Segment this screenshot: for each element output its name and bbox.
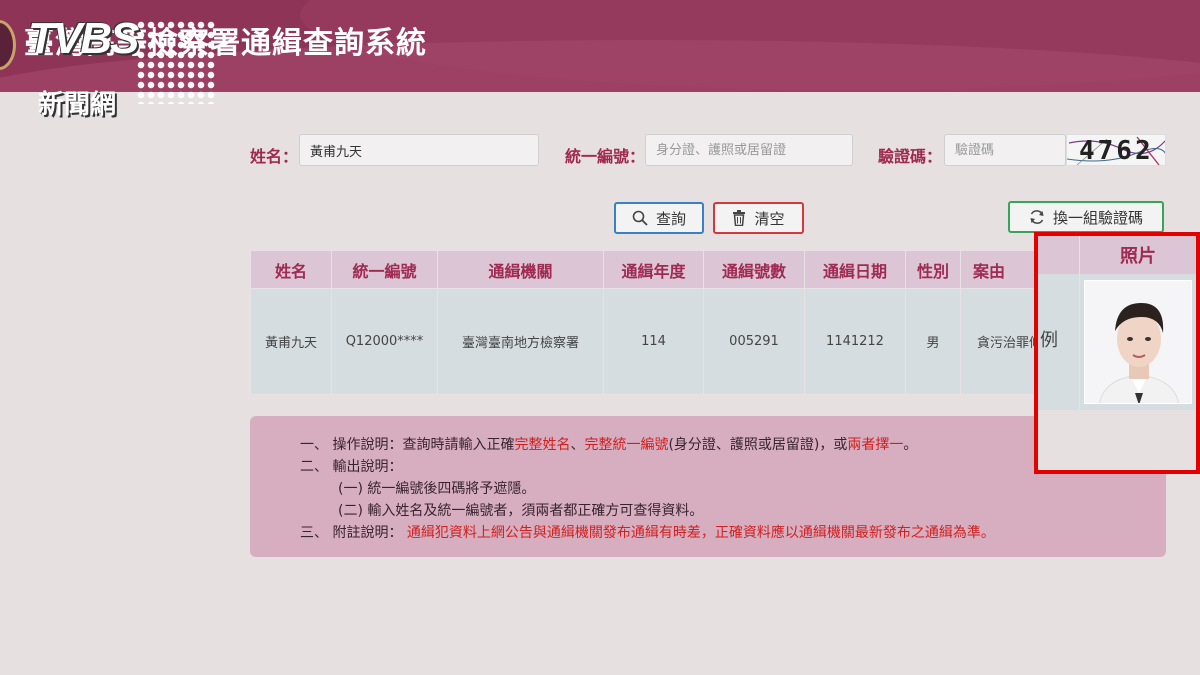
search-icon xyxy=(632,210,648,226)
col-header-agency: 通緝機關 xyxy=(437,250,604,289)
suspect-portrait xyxy=(1085,281,1191,403)
note-1-text: 查詢時請輸入正確 xyxy=(402,437,515,453)
refresh-captcha-button[interactable]: 換一組驗證碼 xyxy=(1008,201,1164,233)
note-line-4: (二) 輸入姓名及統一編號者，須兩者都正確方可查得資料。 xyxy=(338,503,704,519)
trash-icon xyxy=(733,210,746,226)
photo-header-spacer xyxy=(1038,236,1080,274)
col-header-number: 通緝號數 xyxy=(703,250,805,289)
col-header-date: 通緝日期 xyxy=(804,250,906,289)
results-table: 姓名 統一編號 通緝機關 通緝年度 通緝號數 通緝日期 性別 案由 黃甫九天 Q… xyxy=(250,250,1044,395)
photo-row: 例 xyxy=(1038,274,1196,410)
cell-case: 貪污治罪條 xyxy=(959,288,1044,395)
table-header-row: 姓名 統一編號 通緝機關 通緝年度 通緝號數 通緝日期 性別 案由 xyxy=(250,250,1044,289)
tvbs-watermark-logo: TVBS 新聞網 xyxy=(28,14,218,120)
col-header-case: 案由 xyxy=(959,250,1044,289)
captcha-input[interactable] xyxy=(944,134,1066,166)
instructions-panel: 一、 操作說明：查詢時請輸入正確完整姓名、完整統一編號(身分證、護照或居留證)，… xyxy=(250,416,1166,557)
note-1-label: 操作說明： xyxy=(332,437,403,453)
cell-date: 1141212 xyxy=(804,288,906,395)
name-input[interactable] xyxy=(299,134,539,166)
note-1-text-2: (身分證、護照或居留證)，或 xyxy=(668,437,848,453)
table-row: 黃甫九天 Q12000**** 臺灣臺南地方檢察署 114 005291 114… xyxy=(250,288,1044,395)
note-1-highlight-name: 完整姓名 xyxy=(514,437,571,453)
col-header-id: 統一編號 xyxy=(331,250,438,289)
watermark-brand: TVBS xyxy=(28,14,139,63)
cell-year: 114 xyxy=(603,288,704,395)
note-1-number: 一、 xyxy=(300,437,328,453)
col-header-gender: 性別 xyxy=(905,250,961,289)
case-overflow-text: 例 xyxy=(1040,330,1058,351)
agency-seal-icon xyxy=(0,20,16,70)
suspect-photo xyxy=(1084,280,1192,404)
cell-agency: 臺灣臺南地方檢察署 xyxy=(437,288,604,395)
clear-button[interactable]: 清空 xyxy=(713,202,804,234)
cell-name: 黃甫九天 xyxy=(250,288,332,395)
watermark-dots xyxy=(136,20,216,104)
note-line-3: (一) 統一編號後四碼將予遮隱。 xyxy=(338,481,536,497)
query-button-label: 查詢 xyxy=(655,209,686,228)
captcha-code: 4762 xyxy=(1079,136,1154,166)
watermark-sub: 新聞網 xyxy=(38,90,117,120)
note-3-label: 附註說明： xyxy=(332,525,403,541)
id-label: 統一編號： xyxy=(565,147,646,166)
query-button[interactable]: 查詢 xyxy=(614,202,704,234)
note-1-sep: 、 xyxy=(570,437,585,453)
note-1-highlight-id: 完整統一編號 xyxy=(584,437,669,453)
col-header-name: 姓名 xyxy=(250,250,332,289)
captcha-label: 驗證碼： xyxy=(878,147,943,166)
cell-id: Q12000**** xyxy=(331,288,438,395)
refresh-icon xyxy=(1030,210,1044,224)
cell-gender: 男 xyxy=(905,288,961,395)
name-label: 姓名： xyxy=(250,147,299,166)
clear-button-label: 清空 xyxy=(754,209,785,228)
photo-cell xyxy=(1080,274,1196,410)
case-overflow-cell: 例 xyxy=(1038,274,1080,410)
note-line-5: 三、 附註說明： 通緝犯資料上網公告與通緝機關發布通緝有時差，正確資料應以通緝機… xyxy=(300,522,1166,544)
note-3-number: 三、 xyxy=(300,525,328,541)
col-header-photo: 照片 xyxy=(1120,246,1156,267)
photo-highlight-box: 照片 例 xyxy=(1034,232,1200,474)
note-1-highlight-either: 兩者擇一 xyxy=(847,437,904,453)
note-2-number: 二、 xyxy=(300,459,328,475)
refresh-button-label: 換一組驗證碼 xyxy=(1052,208,1143,227)
id-number-input[interactable] xyxy=(645,134,853,166)
note-2-label: 輸出說明： xyxy=(332,459,403,475)
col-header-year: 通緝年度 xyxy=(603,250,704,289)
cell-number: 005291 xyxy=(703,288,805,395)
photo-header: 照片 xyxy=(1038,236,1196,274)
note-1-end: 。 xyxy=(903,437,918,453)
captcha-image: 4762 xyxy=(1066,134,1166,166)
note-3-text: 通緝犯資料上網公告與通緝機關發布通緝有時差，正確資料應以通緝機關最新發布之通緝為… xyxy=(406,525,995,541)
